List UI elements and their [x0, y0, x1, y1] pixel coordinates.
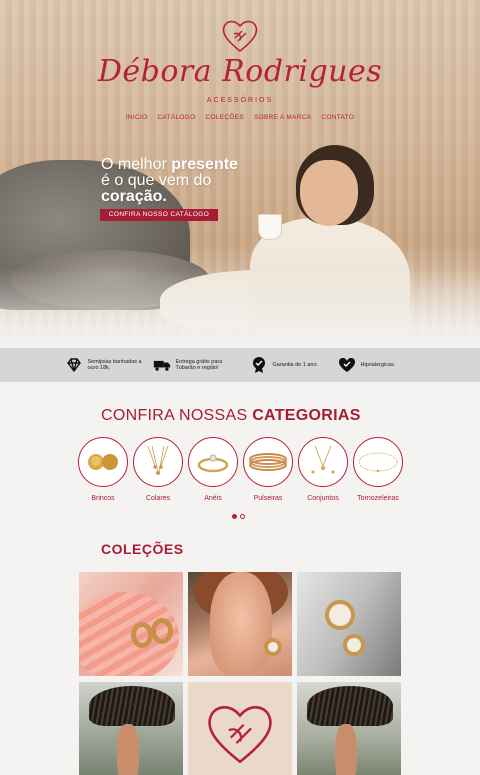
category-image[interactable]: [78, 437, 128, 487]
benefit-item: Semijoias banhadas a ouro 18k.: [65, 356, 143, 374]
catalog-cta-button[interactable]: CONFIRA NOSSO CATÁLOGO: [100, 209, 218, 221]
brand-logo[interactable]: [0, 16, 480, 56]
benefit-text: Entrega grátis para Tubarão e região!: [175, 358, 223, 372]
earring-image: [151, 618, 173, 644]
collection-tile[interactable]: [297, 572, 401, 676]
category-aneis[interactable]: Anéis: [188, 437, 238, 502]
hero-cup-image: [258, 214, 282, 240]
category-label[interactable]: Pulseiras: [243, 495, 293, 502]
heart-logo-icon: [222, 20, 258, 53]
headline-part-3: é o que vem do: [101, 172, 212, 189]
hero-headline: O melhor presente é o que vem do coração…: [101, 157, 271, 205]
category-image[interactable]: [188, 437, 238, 487]
category-brincos[interactable]: Brincos: [78, 437, 128, 502]
benefit-text: Hipoalergicas.: [360, 361, 396, 368]
model-face-image: [210, 572, 272, 676]
categories-title-normal: CONFIRA NOSSAS: [101, 407, 253, 424]
hero-banner: Débora Rodrigues ACESSÓRIOS INICIO CATÁL…: [0, 0, 480, 348]
model-image: [117, 724, 139, 775]
category-image[interactable]: [353, 437, 403, 487]
benefit-text: Semijoias banhadas a ouro 18k.: [87, 358, 142, 372]
category-label[interactable]: Anéis: [188, 495, 238, 502]
hero-model-face-image: [300, 160, 358, 226]
nav-item-sobre[interactable]: SOBRE A MARCA: [254, 114, 311, 121]
category-tornozeleiras[interactable]: Tornozeleiras: [353, 437, 403, 502]
headline-part-4: coração.: [101, 188, 167, 205]
categories-title: CONFIRA NOSSAS CATEGORIAS: [101, 407, 361, 425]
benefit-item: Garantia de 1 ano.: [250, 356, 328, 374]
collection-tile[interactable]: [188, 682, 292, 775]
hero-fade: [0, 268, 480, 348]
categories-carousel: Brincos Colares Anéis Pulseiras Conjunto…: [78, 437, 403, 502]
model-hair-image: [307, 686, 393, 726]
nav-item-contato[interactable]: CONTATO: [321, 114, 354, 121]
collections-grid: [79, 572, 401, 775]
earring-image: [264, 638, 282, 656]
model-hair-image: [89, 686, 175, 726]
category-image[interactable]: [133, 437, 183, 487]
category-image[interactable]: [298, 437, 348, 487]
earring-image: [131, 622, 153, 648]
collection-tile[interactable]: [79, 572, 183, 676]
carousel-dot-active[interactable]: [232, 514, 237, 519]
badge-icon: [250, 356, 268, 374]
nav-item-catalogo[interactable]: CATÁLOGO: [157, 114, 195, 121]
category-image[interactable]: [243, 437, 293, 487]
category-label[interactable]: Brincos: [78, 495, 128, 502]
collections-title: COLEÇÕES: [101, 541, 184, 557]
heart-icon: [338, 356, 356, 374]
nav-item-inicio[interactable]: INICIO: [126, 114, 148, 121]
brand-name: Débora Rodrigues: [97, 54, 383, 89]
nav-item-colecoes[interactable]: COLEÇÕES: [206, 114, 245, 121]
headline-part-1: O melhor: [101, 156, 172, 173]
carousel-dot[interactable]: [240, 514, 245, 519]
category-colares[interactable]: Colares: [133, 437, 183, 502]
collection-tile[interactable]: [297, 682, 401, 775]
category-conjuntos[interactable]: Conjuntos: [298, 437, 348, 502]
diamond-icon: [65, 356, 83, 374]
carousel-pagination: [232, 514, 245, 519]
earring-image: [325, 600, 355, 630]
brand-subtitle: ACESSÓRIOS: [206, 97, 274, 104]
benefit-item: Entrega grátis para Tubarão e região!: [153, 356, 240, 374]
category-label[interactable]: Colares: [133, 495, 183, 502]
category-pulseiras[interactable]: Pulseiras: [243, 437, 293, 502]
collection-tile[interactable]: [188, 572, 292, 676]
headline-part-2: presente: [171, 156, 238, 173]
category-label[interactable]: Tornozeleiras: [353, 495, 403, 502]
collection-tile[interactable]: [79, 682, 183, 775]
benefits-bar: Semijoias banhadas a ouro 18k. Entrega g…: [0, 348, 480, 382]
benefit-item: Hipoalergicas.: [338, 356, 416, 374]
model-image: [335, 724, 357, 775]
benefit-text: Garantia de 1 ano.: [272, 361, 319, 368]
earring-image: [343, 634, 365, 656]
categories-title-bold: CATEGORIAS: [252, 407, 361, 424]
category-label[interactable]: Conjuntos: [298, 495, 348, 502]
main-nav: INICIO CATÁLOGO COLEÇÕES SOBRE A MARCA C…: [0, 114, 480, 121]
heart-logo-icon: [208, 706, 272, 764]
truck-icon: [153, 356, 171, 374]
